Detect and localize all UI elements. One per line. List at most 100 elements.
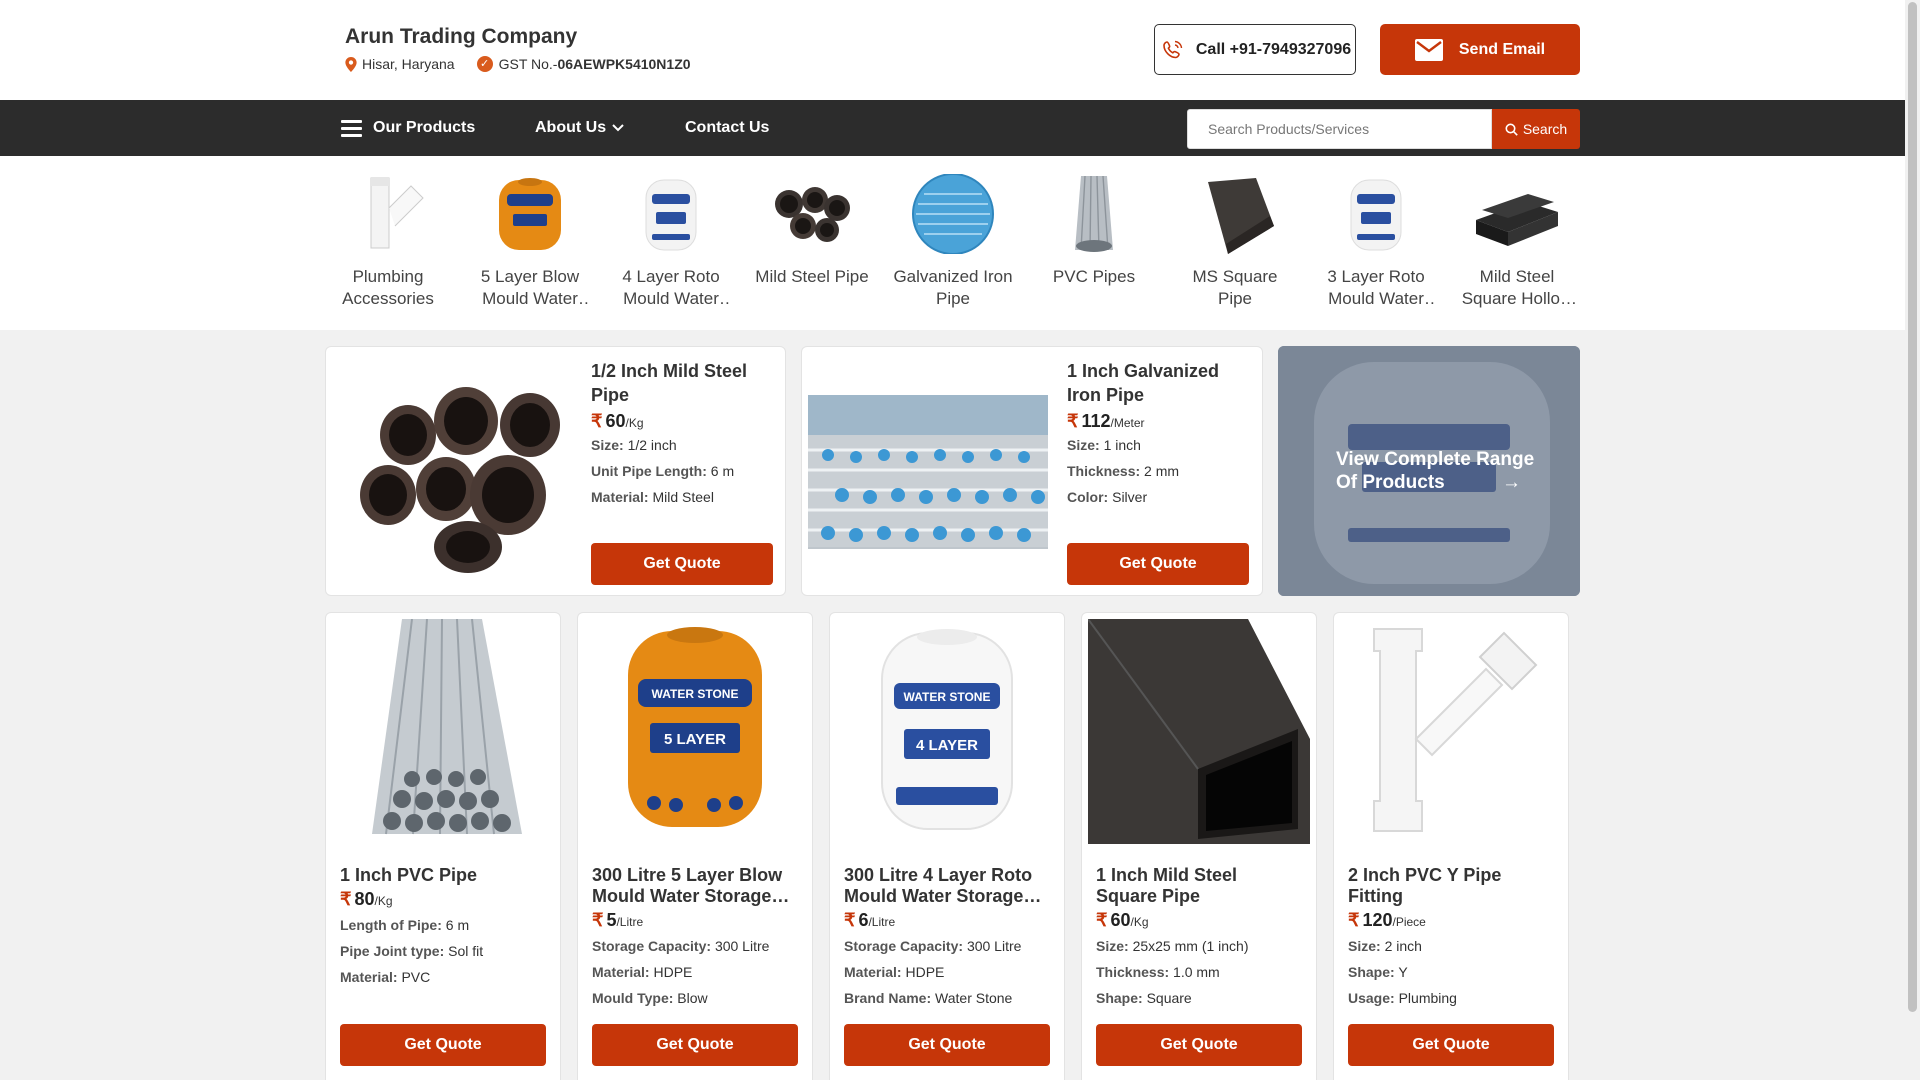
spec-value: Square xyxy=(1146,990,1192,1006)
spec-row: Shape: Y xyxy=(1348,959,1554,985)
nav-about-us[interactable]: About Us xyxy=(535,100,624,156)
product-title[interactable]: 1 Inch Galvanized Iron Pipe xyxy=(1067,359,1249,407)
product-card[interactable]: 1 Inch PVC Pipe ₹80/Kg Length of Pipe: 6… xyxy=(325,612,561,1080)
category-ms-square-hollow[interactable]: Mild Steel Square Hollow Section xyxy=(1457,174,1577,310)
spec-value: 1 inch xyxy=(1103,437,1141,453)
price-unit: /Kg xyxy=(374,894,393,908)
featured-product-card[interactable]: 1 Inch Galvanized Iron Pipe ₹112/Meter S… xyxy=(801,346,1263,596)
product-card[interactable]: 1 Inch Mild Steel Square Pipe ₹60/Kg Siz… xyxy=(1081,612,1317,1080)
spec-value: 300 Litre xyxy=(714,938,770,954)
price-unit: /Litre xyxy=(616,915,644,929)
spec-value: 6 m xyxy=(710,463,735,479)
phone-icon xyxy=(1163,40,1183,58)
company-name[interactable]: Arun Trading Company xyxy=(345,25,577,49)
category-label: Galvanized Iron Pipe xyxy=(893,267,1013,308)
featured-product-card[interactable]: 1/2 Inch Mild Steel Pipe ₹60/Kg Size: 1/… xyxy=(325,346,786,596)
spec-value: Blow xyxy=(677,990,708,1006)
price-value: 80 xyxy=(354,889,375,909)
category-galvanized-iron-pipe[interactable]: Galvanized Iron Pipe xyxy=(893,174,1013,310)
category-plumbing-accessories[interactable]: Plumbing Accessories xyxy=(328,174,448,310)
nav-about-us-label: About Us xyxy=(535,119,607,136)
spec-key: Size: xyxy=(1067,437,1100,453)
product-price: ₹120/Piece xyxy=(1348,910,1554,931)
spec-list: Size: 25x25 mm (1 inch) Thickness: 1.0 m… xyxy=(1096,933,1302,1011)
category-3-layer-tank[interactable]: 3 Layer Roto Mould Water Storage Tank xyxy=(1316,174,1436,310)
nav-our-products[interactable]: Our Products xyxy=(341,100,475,156)
ms-pipe-image xyxy=(360,387,560,573)
product-card[interactable]: 2 Inch PVC Y Pipe Fitting ₹120/Piece Siz… xyxy=(1333,612,1569,1080)
get-quote-button[interactable]: Get Quote xyxy=(591,543,773,585)
price-unit: /Kg xyxy=(625,416,644,430)
spec-key: Usage: xyxy=(1348,990,1395,1006)
white-tank-image: WATER STONE 4 LAYER xyxy=(836,619,1058,844)
category-4-layer-tank[interactable]: 4 Layer Roto Mould Water Storage Tank xyxy=(611,174,731,310)
product-price: ₹60/Kg xyxy=(591,411,773,432)
get-quote-button[interactable]: Get Quote xyxy=(340,1024,546,1066)
spec-row: Material: HDPE xyxy=(844,959,1050,985)
spec-value: Water Stone xyxy=(935,990,1013,1006)
price-value: 120 xyxy=(1362,910,1393,930)
search-input[interactable] xyxy=(1187,109,1492,149)
spec-row: Storage Capacity: 300 Litre xyxy=(592,933,798,959)
spec-key: Material: xyxy=(591,489,649,505)
product-title[interactable]: 1 Inch PVC Pipe xyxy=(340,865,546,886)
spec-row: Shape: Square xyxy=(1096,985,1302,1011)
spec-key: Thickness: xyxy=(1067,463,1141,479)
call-button[interactable]: Call +91-7949327096 xyxy=(1154,24,1356,75)
card-body: 300 Litre 5 Layer Blow Mould Water Stora… xyxy=(592,865,798,1011)
gst-info: ✓ GST No.- 06AEWPK5410N1Z0 xyxy=(476,56,691,72)
get-quote-button[interactable]: Get Quote xyxy=(844,1024,1050,1066)
get-quote-button[interactable]: Get Quote xyxy=(1067,543,1249,585)
product-price: ₹60/Kg xyxy=(1096,910,1302,931)
spec-value: 1.0 mm xyxy=(1173,964,1220,980)
card-body: 1 Inch Mild Steel Square Pipe ₹60/Kg Siz… xyxy=(1096,865,1302,1011)
spec-row: Thickness: 1.0 mm xyxy=(1096,959,1302,985)
location-pin-icon xyxy=(345,56,357,72)
spec-row: Length of Pipe: 6 m xyxy=(340,912,546,938)
spec-key: Thickness: xyxy=(1096,964,1170,980)
verified-check-icon: ✓ xyxy=(476,56,493,72)
spec-value: Sol fit xyxy=(448,943,484,959)
spec-value: Plumbing xyxy=(1398,990,1457,1006)
spec-row: Size: 1/2 inch xyxy=(591,432,773,458)
view-all-products-tile[interactable]: View Complete Range Of Products → xyxy=(1278,346,1580,596)
spec-key: Shape: xyxy=(1096,990,1143,1006)
product-card[interactable]: WATER STONE 5 LAYER 300 Litre 5 Layer Bl… xyxy=(577,612,813,1080)
page-scrollbar[interactable] xyxy=(1905,0,1920,1080)
spec-value: Mild Steel xyxy=(652,489,714,505)
spec-row: Material: Mild Steel xyxy=(591,484,773,510)
search-button[interactable]: Search xyxy=(1492,109,1580,149)
call-label: Call +91-7949327096 xyxy=(1195,40,1352,58)
send-email-label: Send Email xyxy=(1458,40,1546,58)
spec-key: Shape: xyxy=(1348,964,1395,980)
spec-key: Pipe Joint type: xyxy=(340,943,445,959)
category-5-layer-tank[interactable]: 5 Layer Blow Mould Water Storage Tank xyxy=(470,174,590,310)
send-email-button[interactable]: Send Email xyxy=(1380,24,1580,75)
product-title[interactable]: 1 Inch Mild Steel Square Pipe xyxy=(1096,865,1302,907)
nav-contact-us[interactable]: Contact Us xyxy=(685,100,769,156)
category-ms-square-pipe[interactable]: MS Square Pipe xyxy=(1175,174,1295,310)
category-strip: Plumbing Accessories 5 Layer Blow Mould … xyxy=(0,156,1905,330)
product-title[interactable]: 300 Litre 5 Layer Blow Mould Water Stora… xyxy=(592,865,798,907)
product-title[interactable]: 300 Litre 4 Layer Roto Mould Water Stora… xyxy=(844,865,1050,907)
product-title[interactable]: 1/2 Inch Mild Steel Pipe xyxy=(591,359,773,407)
spec-row: Material: PVC xyxy=(340,964,546,990)
spec-list: Storage Capacity: 300 Litre Material: HD… xyxy=(844,933,1050,1011)
spec-value: 6 m xyxy=(445,917,470,933)
featured-info: 1/2 Inch Mild Steel Pipe ₹60/Kg Size: 1/… xyxy=(591,359,773,510)
get-quote-button[interactable]: Get Quote xyxy=(592,1024,798,1066)
category-mild-steel-pipe[interactable]: Mild Steel Pipe xyxy=(752,174,872,288)
product-title[interactable]: 2 Inch PVC Y Pipe Fitting xyxy=(1348,865,1554,907)
product-card[interactable]: WATER STONE 4 LAYER 300 Litre 4 Layer Ro… xyxy=(829,612,1065,1080)
spec-value: 25x25 mm (1 inch) xyxy=(1132,938,1249,954)
scrollbar-thumb[interactable] xyxy=(1908,2,1917,1012)
spec-row: Material: HDPE xyxy=(592,959,798,985)
get-quote-button[interactable]: Get Quote xyxy=(1348,1024,1554,1066)
category-pvc-pipes[interactable]: PVC Pipes xyxy=(1034,174,1154,288)
white-tank-icon xyxy=(645,179,697,251)
card-body: 1 Inch PVC Pipe ₹80/Kg Length of Pipe: 6… xyxy=(340,865,546,990)
get-quote-button[interactable]: Get Quote xyxy=(1096,1024,1302,1066)
spec-key: Storage Capacity: xyxy=(592,938,712,954)
spec-row: Pipe Joint type: Sol fit xyxy=(340,938,546,964)
spec-list: Size: 2 inch Shape: Y Usage: Plumbing xyxy=(1348,933,1554,1011)
